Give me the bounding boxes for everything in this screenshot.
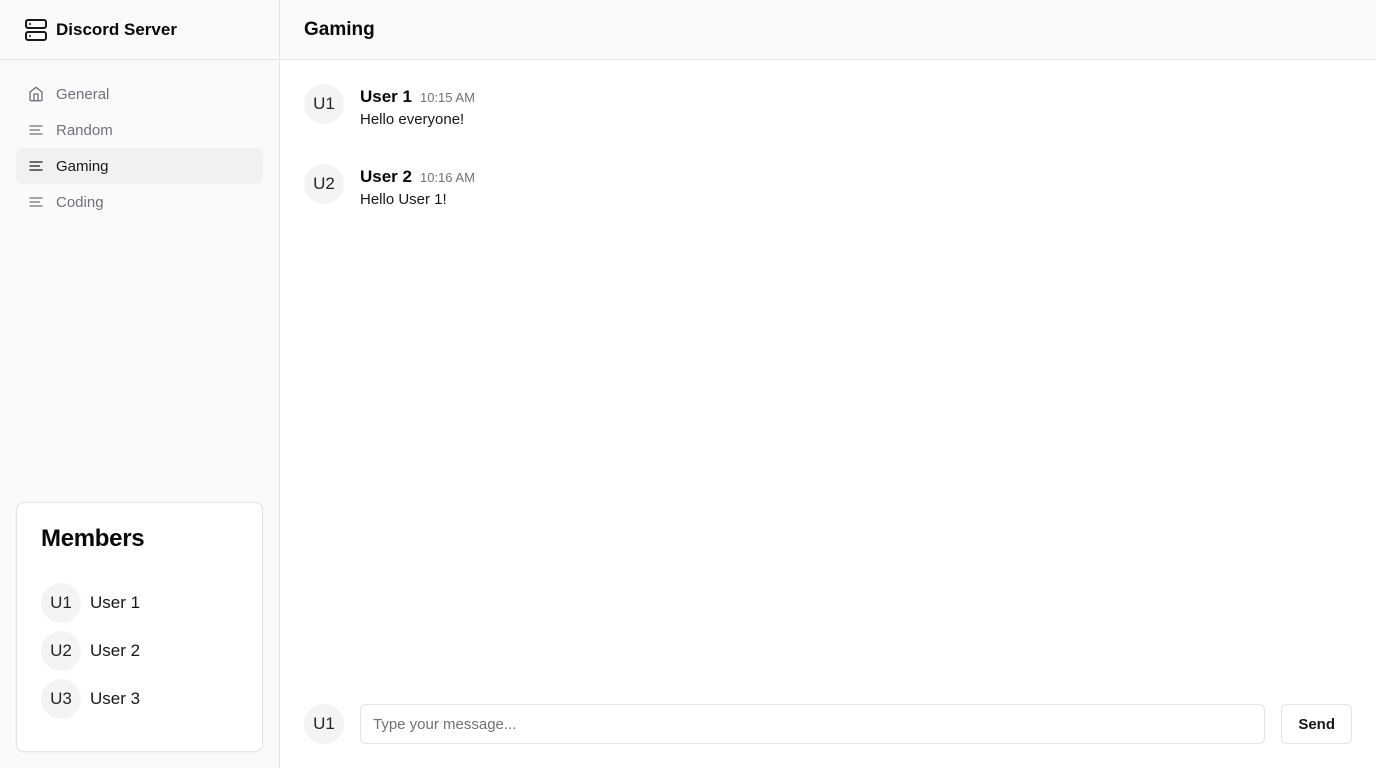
message-header: User 1 10:15 AM (360, 87, 475, 107)
channel-label: General (56, 85, 110, 103)
sidebar: Discord Server General Random Gaming Cod… (0, 0, 280, 768)
chat-main: Gaming U1 User 1 10:15 AM Hello everyone… (280, 0, 1376, 768)
channel-item-coding[interactable]: Coding (16, 184, 263, 220)
channel-item-gaming[interactable]: Gaming (16, 148, 263, 184)
member-item[interactable]: U1 User 1 (41, 583, 238, 623)
send-button[interactable]: Send (1281, 704, 1352, 744)
member-name: User 1 (90, 593, 141, 612)
members-panel: Members U1 User 1 U2 User 2 U3 User 3 (16, 502, 263, 752)
message-item: U1 User 1 10:15 AM Hello everyone! (304, 84, 1352, 128)
member-name: User 3 (90, 689, 141, 708)
channel-label: Coding (56, 193, 104, 211)
message-timestamp: 10:16 AM (419, 170, 475, 185)
avatar: U1 (304, 704, 344, 744)
message-input[interactable] (360, 704, 1266, 744)
channel-label: Gaming (56, 157, 109, 175)
home-icon (28, 86, 44, 102)
text-align-icon (28, 122, 44, 138)
channel-item-general[interactable]: General (16, 76, 263, 112)
message-body: User 2 10:16 AM Hello User 1! (360, 164, 475, 208)
server-header[interactable]: Discord Server (0, 0, 279, 60)
channel-label: Random (56, 121, 113, 139)
message-body: User 1 10:15 AM Hello everyone! (360, 84, 475, 128)
message-text: Hello User 1! (360, 191, 447, 208)
message-author[interactable]: User 2 (360, 167, 412, 187)
app-window: Discord Server General Random Gaming Cod… (0, 0, 1376, 768)
member-name: User 2 (90, 641, 141, 660)
avatar: U1 (41, 583, 81, 623)
avatar: U3 (41, 679, 81, 719)
avatar[interactable]: U2 (304, 164, 344, 204)
text-align-icon (28, 158, 44, 174)
channel-header: Gaming (280, 0, 1376, 60)
message-author[interactable]: User 1 (360, 87, 412, 107)
avatar[interactable]: U1 (304, 84, 344, 124)
members-title: Members (41, 525, 145, 552)
message-text: Hello everyone! (360, 111, 465, 128)
channel-item-random[interactable]: Random (16, 112, 263, 148)
message-item: U2 User 2 10:16 AM Hello User 1! (304, 164, 1352, 208)
server-icon (24, 18, 48, 42)
server-title: Discord Server (56, 19, 177, 39)
text-align-icon (28, 194, 44, 210)
message-timestamp: 10:15 AM (419, 90, 475, 105)
message-composer: U1 Send (280, 680, 1376, 768)
message-header: User 2 10:16 AM (360, 167, 475, 187)
member-item[interactable]: U2 User 2 (41, 631, 238, 671)
avatar: U2 (41, 631, 81, 671)
member-item[interactable]: U3 User 3 (41, 679, 238, 719)
message-list[interactable]: U1 User 1 10:15 AM Hello everyone! U2 Us… (280, 60, 1376, 680)
channel-title: Gaming (304, 18, 375, 40)
channel-list: General Random Gaming Coding (0, 60, 279, 220)
